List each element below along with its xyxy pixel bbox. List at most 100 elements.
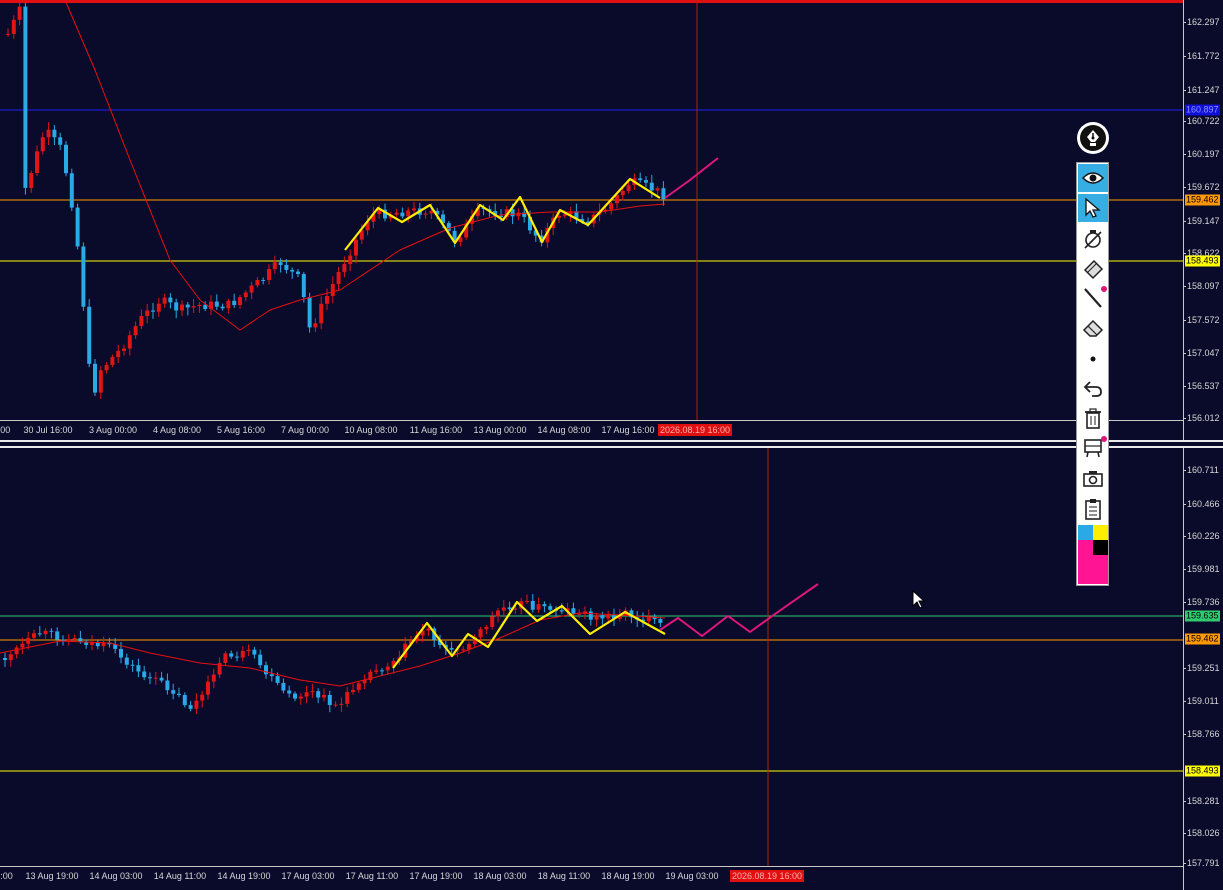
candle-body [55, 631, 60, 640]
candle-body [180, 304, 184, 311]
arrow-cursor-icon[interactable] [1078, 194, 1108, 222]
candle-body [127, 335, 132, 349]
crosshair-time-tag: 2026.08.19 16:00 [658, 424, 733, 436]
candle-body [638, 178, 643, 181]
candle-body [78, 638, 83, 642]
clipboard-icon[interactable] [1078, 495, 1108, 523]
candle-body [354, 239, 358, 256]
time-label: 5 Aug 16:00 [216, 425, 266, 435]
candle-body [37, 633, 42, 635]
top-price-chart[interactable] [0, 0, 1183, 420]
hide-drawings-icon[interactable] [1078, 225, 1108, 253]
eraser-icon[interactable] [1078, 314, 1108, 342]
candle-body [406, 210, 411, 217]
candle-body [229, 653, 234, 657]
price-label: 159.147 [1183, 216, 1220, 226]
candle-body [110, 357, 115, 365]
candle-body [49, 630, 54, 632]
pane-separator[interactable] [0, 440, 1223, 448]
price-label: 157.572 [1183, 315, 1220, 325]
candle-body [562, 214, 567, 216]
candle-body [649, 182, 654, 191]
orange-level-tag: 159.462 [1185, 633, 1220, 645]
time-label: 14 Aug 03:00 [89, 871, 143, 881]
candle-body [542, 604, 547, 607]
candle-body [3, 658, 7, 661]
candle-body [336, 271, 341, 284]
candle-body [327, 694, 332, 706]
candle-body [177, 693, 181, 695]
price-label: 160.722 [1183, 116, 1220, 126]
candle-body [182, 694, 187, 706]
candle-body [46, 129, 51, 138]
bottom-price-chart[interactable] [0, 448, 1183, 866]
swatch-yellow[interactable] [1093, 525, 1108, 540]
top-chart-pane[interactable]: 162.297 161.772 161.247 160.722 160.197 … [0, 0, 1223, 440]
swatch-black[interactable] [1093, 540, 1108, 555]
candle-body [374, 670, 379, 672]
candle-body [600, 615, 605, 619]
eye-icon[interactable] [1078, 164, 1108, 192]
candle-body [513, 608, 518, 610]
price-label: 158.097 [1183, 281, 1220, 291]
time-label: 18 Aug 19:00 [601, 871, 655, 881]
dot-size-icon[interactable] [1078, 345, 1108, 373]
bottom-time-axis: 1:00 13 Aug 19:00 14 Aug 03:00 14 Aug 11… [0, 866, 1183, 890]
swatch-pink[interactable] [1093, 555, 1108, 584]
candle-body [151, 310, 155, 312]
price-label: 156.537 [1183, 381, 1220, 391]
candle-body [130, 664, 135, 666]
price-label: 159.672 [1183, 182, 1220, 192]
brush-icon[interactable] [1078, 255, 1108, 283]
candle-body [380, 670, 384, 672]
bottom-price-axis[interactable]: 160.711 160.466 160.226 159.981 159.736 … [1183, 448, 1223, 890]
candle-body [168, 297, 173, 303]
price-label: 158.766 [1183, 729, 1220, 739]
candle-body [93, 363, 97, 393]
candle-body [197, 304, 202, 307]
swatch-pink[interactable] [1078, 540, 1093, 584]
candle-body [272, 262, 277, 270]
candle-body [490, 616, 495, 627]
candle-body [658, 619, 663, 623]
time-label: 11 Aug 16:00 [409, 425, 463, 435]
fountain-pen-icon [1080, 125, 1106, 151]
candle-body [211, 674, 216, 682]
candle-body [87, 306, 92, 364]
candle-body [220, 306, 225, 309]
camera-icon[interactable] [1078, 465, 1108, 493]
time-label: 14 Aug 11:00 [153, 871, 207, 881]
candle-body [304, 692, 309, 697]
candle-body [11, 19, 16, 34]
price-label: 159.981 [1183, 564, 1220, 574]
candle-body [136, 665, 141, 672]
top-red-level [0, 0, 1183, 3]
candle-body [400, 212, 405, 217]
undo-icon[interactable] [1078, 375, 1108, 403]
time-label: 18 Aug 11:00 [537, 871, 591, 881]
candle-body [81, 246, 86, 307]
candle-body [284, 264, 289, 270]
candle-body [385, 666, 390, 671]
trash-icon[interactable] [1078, 405, 1108, 433]
candle-body [609, 203, 614, 210]
price-label: 160.197 [1183, 149, 1220, 159]
time-label: 4 Aug 08:00 [152, 425, 202, 435]
candle-body [243, 292, 248, 298]
time-label: 14 Aug 08:00 [537, 425, 591, 435]
candle-body [142, 671, 147, 678]
price-label: 157.791 [1183, 858, 1220, 868]
candle-body [17, 6, 22, 20]
pen-toggle-button[interactable] [1077, 122, 1109, 154]
candle-body [594, 615, 599, 620]
candle-body [267, 269, 271, 281]
projection-line [664, 157, 719, 199]
swatch-blue[interactable] [1078, 525, 1094, 540]
moving-average-line [64, 0, 666, 331]
top-price-axis[interactable]: 162.297 161.772 161.247 160.722 160.197 … [1183, 0, 1223, 440]
candle-body [206, 681, 210, 695]
candle-body [174, 302, 179, 311]
candle-body [255, 279, 260, 286]
candle-body [356, 683, 361, 690]
bottom-chart-pane[interactable]: 160.711 160.466 160.226 159.981 159.736 … [0, 448, 1223, 890]
